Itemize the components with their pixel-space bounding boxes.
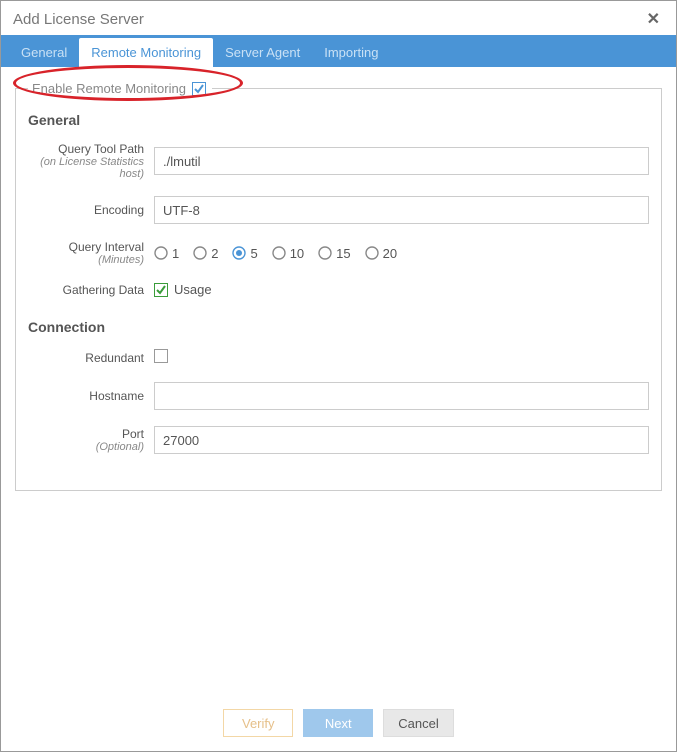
query-interval-radio-10[interactable]: 10 [272,246,304,261]
row-port: Port (Optional) [28,426,649,454]
gathering-data-label-col: Gathering Data [28,283,154,297]
radio-icon [154,246,168,260]
tabbar: General Remote Monitoring Server Agent I… [1,35,676,67]
query-interval-label-col: Query Interval (Minutes) [28,240,154,266]
tab-general[interactable]: General [9,38,79,67]
encoding-label-col: Encoding [28,203,154,217]
port-input[interactable] [154,426,649,454]
query-interval-option-label: 5 [250,246,257,261]
verify-button[interactable]: Verify [223,709,293,737]
hostname-label: Hostname [89,389,144,403]
query-interval-radio-15[interactable]: 15 [318,246,350,261]
hostname-label-col: Hostname [28,389,154,403]
gathering-usage-checkbox[interactable] [154,283,168,297]
query-interval-radio-group: 1 2 5 10 15 20 [154,246,649,261]
row-hostname: Hostname [28,382,649,410]
dialog: Add License Server ✕ General Remote Moni… [0,0,677,752]
dialog-title: Add License Server [13,11,144,28]
query-interval-radio-2[interactable]: 2 [193,246,218,261]
query-interval-option-label: 15 [336,246,350,261]
redundant-label: Redundant [85,351,144,365]
query-interval-option-label: 20 [383,246,397,261]
port-label-col: Port (Optional) [28,427,154,453]
row-encoding: Encoding [28,196,649,224]
redundant-checkbox[interactable] [154,349,168,363]
general-section-title: General [28,112,649,128]
tab-server-agent[interactable]: Server Agent [213,38,312,67]
enable-remote-monitoring-fieldset: Enable Remote Monitoring General Query T… [15,81,662,491]
row-redundant: Redundant [28,349,649,366]
encoding-label: Encoding [94,203,144,217]
titlebar: Add License Server ✕ [1,1,676,35]
encoding-input[interactable] [154,196,649,224]
radio-icon [272,246,286,260]
row-query-tool-path: Query Tool Path (on License Statistics h… [28,142,649,180]
query-interval-option-label: 10 [290,246,304,261]
hostname-input[interactable] [154,382,649,410]
content-area: Enable Remote Monitoring General Query T… [1,67,676,695]
query-tool-path-label-col: Query Tool Path (on License Statistics h… [28,142,154,180]
radio-icon [193,246,207,260]
enable-remote-monitoring-legend[interactable]: Enable Remote Monitoring [28,81,212,96]
redundant-label-col: Redundant [28,351,154,365]
query-interval-radio-1[interactable]: 1 [154,246,179,261]
gathering-usage-label: Usage [174,282,212,297]
next-button[interactable]: Next [303,709,373,737]
query-interval-label: Query Interval [69,240,144,254]
gathering-usage-checkbox-item[interactable]: Usage [154,282,649,297]
connection-section-title: Connection [28,319,649,335]
row-gathering-data: Gathering Data Usage [28,282,649,297]
footer: Verify Next Cancel [1,695,676,751]
enable-remote-monitoring-label: Enable Remote Monitoring [32,81,186,96]
close-icon[interactable]: ✕ [643,9,664,29]
radio-icon [318,246,332,260]
query-interval-radio-20[interactable]: 20 [365,246,397,261]
query-interval-sublabel: (Minutes) [28,254,144,266]
port-sublabel: (Optional) [28,441,144,453]
port-label: Port [122,427,144,441]
row-query-interval: Query Interval (Minutes) 1 2 5 10 15 20 [28,240,649,266]
enable-remote-monitoring-checkbox[interactable] [192,82,206,96]
query-tool-path-input[interactable] [154,147,649,175]
query-interval-option-label: 1 [172,246,179,261]
tab-importing[interactable]: Importing [312,38,390,67]
radio-icon [365,246,379,260]
radio-icon [232,246,246,260]
query-tool-path-sublabel: (on License Statistics host) [28,156,144,180]
query-interval-option-label: 2 [211,246,218,261]
cancel-button[interactable]: Cancel [383,709,453,737]
query-tool-path-label: Query Tool Path [58,142,144,156]
query-interval-radio-5[interactable]: 5 [232,246,257,261]
tab-remote-monitoring[interactable]: Remote Monitoring [79,38,213,67]
gathering-data-label: Gathering Data [63,283,144,297]
